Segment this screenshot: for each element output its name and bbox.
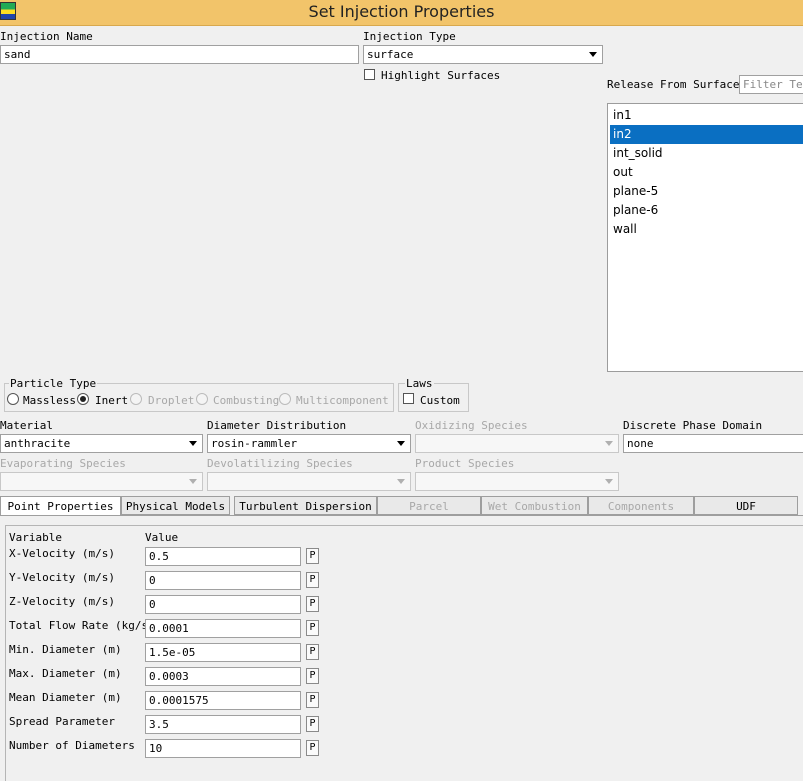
list-item[interactable]: wall (610, 220, 803, 239)
list-item[interactable]: out (610, 163, 803, 182)
particle-type-multicomponent-radio[interactable] (279, 393, 291, 405)
variable-label: Z-Velocity (m/s) (9, 595, 115, 608)
list-item-selected[interactable]: in2 (610, 125, 803, 144)
value-input[interactable]: 0 (145, 571, 301, 590)
release-from-surfaces-label: Release From Surfaces (607, 78, 747, 91)
value-input[interactable]: 10 (145, 739, 301, 758)
evaporating-species-dropdown[interactable] (0, 472, 203, 491)
parameter-button[interactable]: P (306, 596, 319, 612)
tab-strip-divider (0, 515, 803, 516)
particle-type-droplet-radio[interactable] (130, 393, 142, 405)
variable-label: Y-Velocity (m/s) (9, 571, 115, 584)
value-input[interactable]: 0.5 (145, 547, 301, 566)
parameter-button[interactable]: P (306, 572, 319, 588)
diameter-distribution-dropdown[interactable]: rosin-rammler (207, 434, 411, 453)
tab-point-properties[interactable]: Point Properties (0, 496, 121, 516)
value-column-header: Value (145, 531, 179, 544)
variable-label: Number of Diameters (9, 739, 135, 752)
diameter-distribution-label: Diameter Distribution (207, 419, 347, 432)
surface-filter-input[interactable]: Filter Text (739, 75, 803, 94)
injection-type-label: Injection Type (363, 30, 456, 43)
title-bar: Set Injection Properties (0, 0, 803, 26)
particle-type-inert-label: Inert (95, 394, 129, 407)
oxidizing-species-dropdown[interactable] (415, 434, 619, 453)
particle-type-combusting-label: Combusting (213, 394, 280, 407)
highlight-surfaces-label: Highlight Surfaces (381, 69, 501, 82)
diameter-distribution-value: rosin-rammler (211, 437, 298, 450)
tab-physical-models[interactable]: Physical Models (121, 496, 230, 515)
evaporating-species-label: Evaporating Species (0, 457, 126, 470)
particle-type-inert-radio[interactable] (77, 393, 89, 405)
oxidizing-species-label: Oxidizing Species (415, 419, 528, 432)
particle-type-label: Particle Type (9, 377, 98, 390)
parameter-button[interactable]: P (306, 548, 319, 564)
surfaces-listbox[interactable]: in1 in2 int_solid out plane-5 plane-6 wa… (607, 103, 803, 372)
injection-name-label: Injection Name (0, 30, 93, 43)
injection-name-input[interactable]: sand (0, 45, 359, 64)
devolatilizing-species-dropdown[interactable] (207, 472, 411, 491)
value-input[interactable]: 1.5e-05 (145, 643, 301, 662)
parameter-button[interactable]: P (306, 668, 319, 684)
particle-type-massless-label: Massless (23, 394, 76, 407)
variable-label: Mean Diameter (m) (9, 691, 122, 704)
chevron-down-icon (605, 441, 613, 446)
material-value: anthracite (4, 437, 71, 450)
discrete-phase-domain-value: none (627, 437, 654, 450)
value-input[interactable]: 0.0003 (145, 667, 301, 686)
value-input[interactable]: 3.5 (145, 715, 301, 734)
devolatilizing-species-label: Devolatilizing Species (207, 457, 353, 470)
injection-type-value: surface (367, 48, 414, 61)
product-species-label: Product Species (415, 457, 515, 470)
particle-type-droplet-label: Droplet (148, 394, 195, 407)
chevron-down-icon (397, 441, 405, 446)
value-input[interactable]: 0.0001575 (145, 691, 301, 710)
variable-label: Spread Parameter (9, 715, 115, 728)
laws-label: Laws (405, 377, 434, 390)
variable-label: Min. Diameter (m) (9, 643, 122, 656)
tab-udf[interactable]: UDF (694, 496, 798, 515)
highlight-surfaces-checkbox[interactable] (364, 69, 375, 80)
parameter-button[interactable]: P (306, 644, 319, 660)
tab-wet-combustion[interactable]: Wet Combustion (481, 496, 588, 515)
value-input[interactable]: 0.0001 (145, 619, 301, 638)
tab-components[interactable]: Components (588, 496, 694, 515)
product-species-dropdown[interactable] (415, 472, 619, 491)
variable-label: Max. Diameter (m) (9, 667, 122, 680)
injection-type-dropdown[interactable]: surface (363, 45, 603, 64)
discrete-phase-domain-dropdown[interactable]: none (623, 434, 803, 453)
laws-custom-checkbox[interactable] (403, 393, 414, 404)
chevron-down-icon (189, 479, 197, 484)
variable-label: X-Velocity (m/s) (9, 547, 115, 560)
chevron-down-icon (397, 479, 405, 484)
material-label: Material (0, 419, 53, 432)
list-item[interactable]: in1 (610, 106, 803, 125)
variable-column-header: Variable (9, 531, 62, 544)
variable-label: Total Flow Rate (kg/s) (9, 619, 155, 632)
value-input[interactable]: 0 (145, 595, 301, 614)
parameter-button[interactable]: P (306, 716, 319, 732)
material-dropdown[interactable]: anthracite (0, 434, 203, 453)
discrete-phase-domain-label: Discrete Phase Domain (623, 419, 763, 432)
chevron-down-icon (589, 52, 597, 57)
particle-type-massless-radio[interactable] (7, 393, 19, 405)
laws-custom-label: Custom (420, 394, 460, 407)
list-item[interactable]: int_solid (610, 144, 803, 163)
parameter-button[interactable]: P (306, 692, 319, 708)
chevron-down-icon (189, 441, 197, 446)
chevron-down-icon (605, 479, 613, 484)
tab-turbulent-dispersion[interactable]: Turbulent Dispersion (234, 496, 377, 515)
tab-parcel[interactable]: Parcel (377, 496, 481, 515)
parameter-button[interactable]: P (306, 620, 319, 636)
particle-type-multicomponent-label: Multicomponent (296, 394, 389, 407)
parameter-button[interactable]: P (306, 740, 319, 756)
window-title: Set Injection Properties (308, 2, 495, 21)
list-item[interactable]: plane-5 (610, 182, 803, 201)
particle-type-combusting-radio[interactable] (196, 393, 208, 405)
list-item[interactable]: plane-6 (610, 201, 803, 220)
